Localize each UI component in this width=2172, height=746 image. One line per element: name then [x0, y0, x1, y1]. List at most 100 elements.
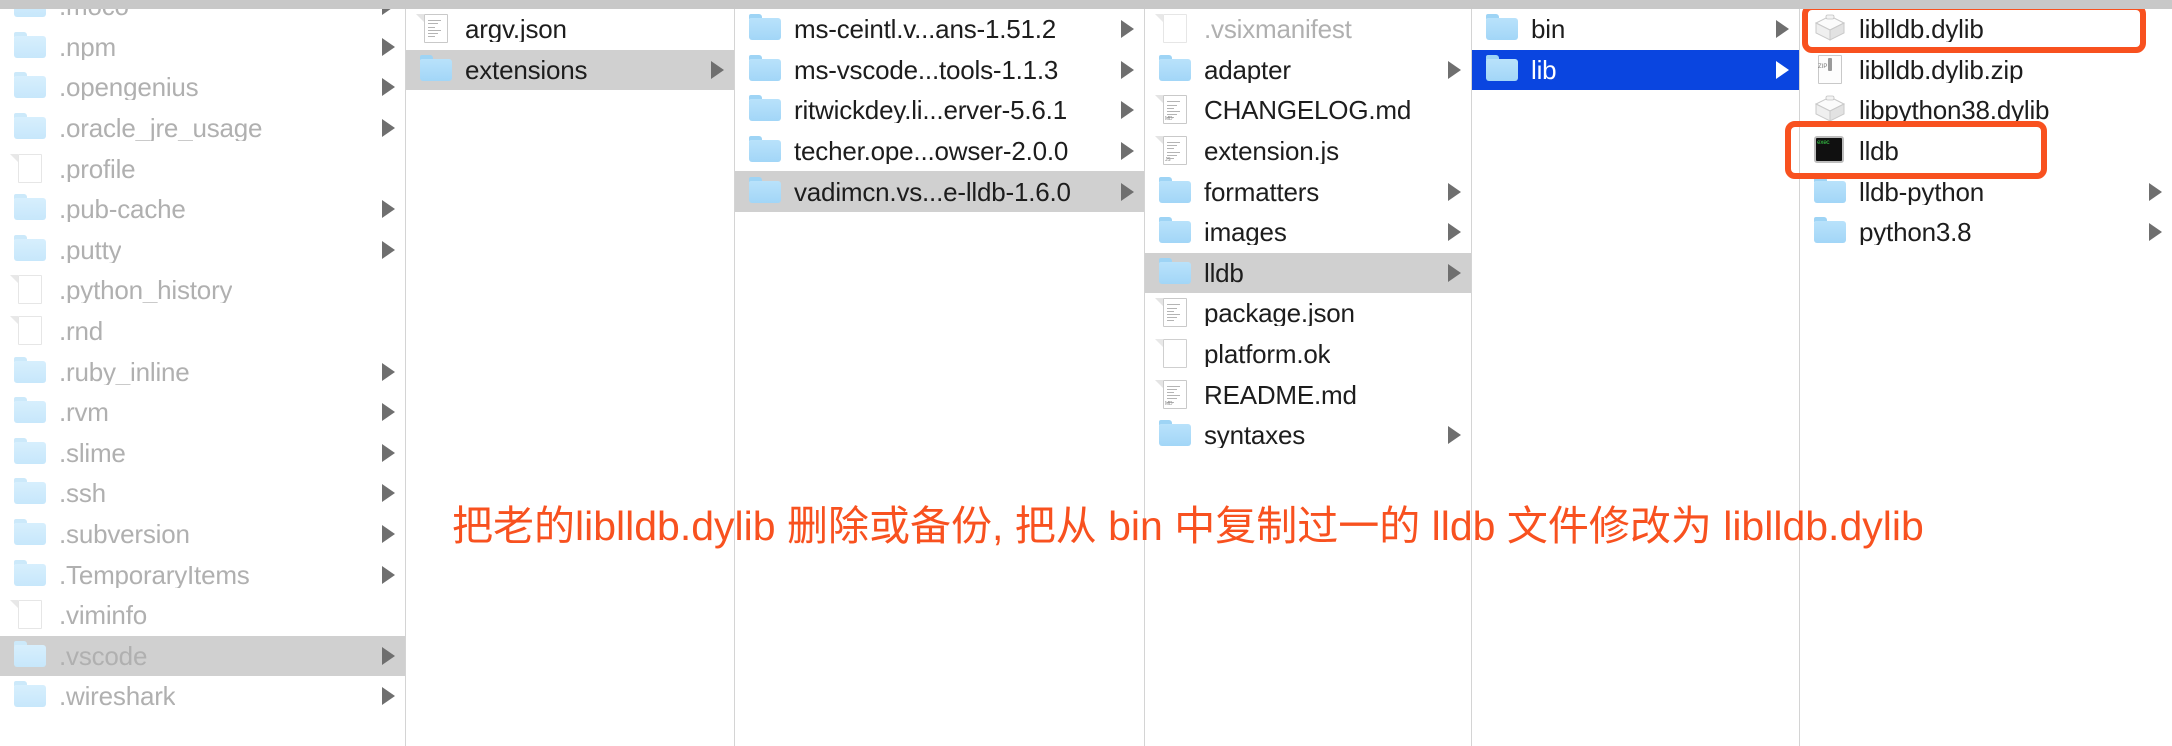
folder-icon [14, 113, 46, 143]
folder-icon [749, 14, 781, 44]
list-item[interactable]: vadimcn.vs...e-lldb-1.6.0 [735, 171, 1144, 212]
list-item[interactable]: .ssh [0, 473, 405, 514]
list-item-label: lib [1531, 56, 1557, 83]
list-item-label: extension.js [1204, 138, 1339, 165]
list-item-label: .slime [59, 439, 126, 466]
chevron-right-icon[interactable] [1448, 263, 1461, 282]
list-item[interactable]: images [1145, 212, 1471, 253]
chevron-right-icon[interactable] [1121, 101, 1134, 120]
chevron-right-icon[interactable] [1448, 223, 1461, 242]
list-item[interactable]: package.json [1145, 293, 1471, 334]
list-item[interactable]: .oracle_jre_usage [0, 108, 405, 149]
chevron-right-icon[interactable] [2149, 223, 2162, 242]
list-item-label: ritwickdey.li...erver-5.6.1 [794, 97, 1067, 124]
chevron-right-icon[interactable] [382, 119, 395, 138]
list-item-label: bin [1531, 16, 1566, 43]
chevron-right-icon[interactable] [1448, 182, 1461, 201]
list-item[interactable]: ms-vscode...tools-1.1.3 [735, 50, 1144, 91]
list-item-label: argv.json [465, 16, 567, 43]
chevron-right-icon[interactable] [382, 37, 395, 56]
column-lldb-directory[interactable]: bin lib [1472, 0, 1800, 746]
folder-icon [1159, 176, 1191, 207]
list-item[interactable]: .slime [0, 433, 405, 474]
list-item[interactable]: argv.json [406, 9, 734, 50]
chevron-right-icon[interactable] [382, 200, 395, 219]
folder-icon [14, 478, 46, 508]
chevron-right-icon[interactable] [1121, 20, 1134, 39]
chevron-right-icon[interactable] [382, 565, 395, 584]
chevron-right-icon[interactable] [1121, 142, 1134, 161]
column-extensions-directory[interactable]: ms-ceintl.v...ans-1.51.2 ms-vscode...tool… [735, 0, 1145, 746]
chevron-right-icon[interactable] [382, 687, 395, 706]
list-item[interactable]: .rnd [0, 311, 405, 352]
chevron-right-icon[interactable] [382, 484, 395, 503]
chevron-right-icon[interactable] [2149, 182, 2162, 201]
list-item[interactable]: ZIP liblldb.dylib.zip [1800, 50, 2172, 91]
column-vscode-directory[interactable]: argv.json extensions [406, 0, 735, 746]
list-item-label: CHANGELOG.md [1204, 97, 1412, 124]
list-item[interactable]: .ruby_inline [0, 351, 405, 392]
list-item-label: techer.ope...owser-2.0.0 [794, 138, 1069, 165]
list-item-label: .vscode [59, 642, 148, 669]
list-item[interactable]: MD README.md [1145, 374, 1471, 415]
list-item[interactable]: libpython38.dylib [1800, 90, 2172, 131]
list-item[interactable]: .wireshark [0, 676, 405, 717]
list-item[interactable]: lldb-python [1800, 171, 2172, 212]
list-item[interactable]: formatters [1145, 171, 1471, 212]
chevron-right-icon[interactable] [1776, 60, 1789, 79]
column-home-directory[interactable]: .moco .npm .opengenius .oracle_jre_usage .pr… [0, 0, 406, 746]
list-item[interactable]: .rvm [0, 392, 405, 433]
list-item[interactable]: .opengenius [0, 67, 405, 108]
list-item[interactable]: liblldb.dylib [1800, 9, 2172, 50]
list-item[interactable]: exec lldb [1800, 131, 2172, 172]
list-item[interactable]: syntaxes [1145, 415, 1471, 456]
chevron-right-icon[interactable] [382, 403, 395, 422]
list-item[interactable]: bin [1472, 9, 1799, 50]
folder-icon [14, 194, 46, 224]
list-item[interactable]: .vscode [0, 635, 405, 677]
list-item[interactable]: platform.ok [1145, 334, 1471, 375]
column-extension-contents[interactable]: .vsixmanifest adapter MD CHANGELOG.md JS exte… [1145, 0, 1472, 746]
list-item[interactable]: extensions [406, 49, 734, 91]
folder-icon [749, 54, 781, 85]
list-item[interactable]: .putty [0, 230, 405, 271]
chevron-right-icon[interactable] [1776, 20, 1789, 39]
list-item[interactable]: lib [1472, 49, 1799, 91]
chevron-right-icon[interactable] [382, 0, 395, 16]
list-item-label: adapter [1204, 56, 1291, 83]
list-item[interactable]: .vsixmanifest [1145, 9, 1471, 50]
chevron-right-icon[interactable] [1448, 60, 1461, 79]
chevron-right-icon[interactable] [382, 525, 395, 544]
list-item[interactable]: ritwickdey.li...erver-5.6.1 [735, 90, 1144, 131]
list-item[interactable]: .pub-cache [0, 189, 405, 230]
list-item[interactable]: .TemporaryItems [0, 554, 405, 595]
list-item[interactable]: lldb [1145, 252, 1471, 294]
chevron-right-icon[interactable] [1448, 426, 1461, 445]
list-item-label: liblldb.dylib [1859, 16, 1984, 43]
list-item[interactable]: .viminfo [0, 595, 405, 636]
chevron-right-icon[interactable] [1121, 182, 1134, 201]
list-item[interactable]: .npm [0, 27, 405, 68]
list-item[interactable]: .python_history [0, 270, 405, 311]
list-item-label: libpython38.dylib [1859, 97, 2050, 124]
list-item[interactable]: ms-ceintl.v...ans-1.51.2 [735, 9, 1144, 50]
list-item-label: .ssh [59, 480, 106, 507]
chevron-right-icon[interactable] [382, 646, 395, 665]
chevron-right-icon[interactable] [711, 60, 724, 79]
list-item[interactable]: JS extension.js [1145, 131, 1471, 172]
list-item[interactable]: python3.8 [1800, 212, 2172, 253]
chevron-right-icon[interactable] [382, 362, 395, 381]
chevron-right-icon[interactable] [382, 443, 395, 462]
document-icon [1155, 14, 1191, 44]
chevron-right-icon[interactable] [1121, 60, 1134, 79]
list-item[interactable]: .subversion [0, 514, 405, 555]
list-item[interactable]: techer.ope...owser-2.0.0 [735, 131, 1144, 172]
chevron-right-icon[interactable] [382, 240, 395, 259]
list-item[interactable]: .moco [0, 0, 405, 27]
folder-icon [14, 559, 46, 590]
list-item[interactable]: .profile [0, 148, 405, 189]
column-lib-directory[interactable]: liblldb.dylib ZIP liblldb.dylib.zip libpyth… [1800, 0, 2172, 746]
list-item[interactable]: MD CHANGELOG.md [1145, 90, 1471, 131]
chevron-right-icon[interactable] [382, 78, 395, 97]
list-item[interactable]: adapter [1145, 50, 1471, 91]
